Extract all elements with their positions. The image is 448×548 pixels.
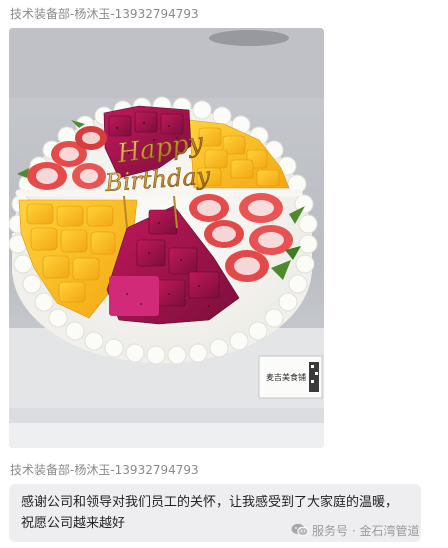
wechat-icon: [291, 523, 309, 537]
cake-photo[interactable]: Happy Birthday 麦吉美食铺: [9, 28, 324, 448]
watermark: 服务号 · 金石湾管道: [291, 520, 419, 540]
sender-name: 技术装备部-杨沐玉-13932794793: [10, 463, 199, 477]
watermark-text: 服务号 · 金石湾管道: [312, 523, 420, 538]
sender-name: 技术装备部-杨沐玉-13932794793: [10, 7, 199, 21]
box-label: 麦吉美食铺: [266, 372, 306, 382]
